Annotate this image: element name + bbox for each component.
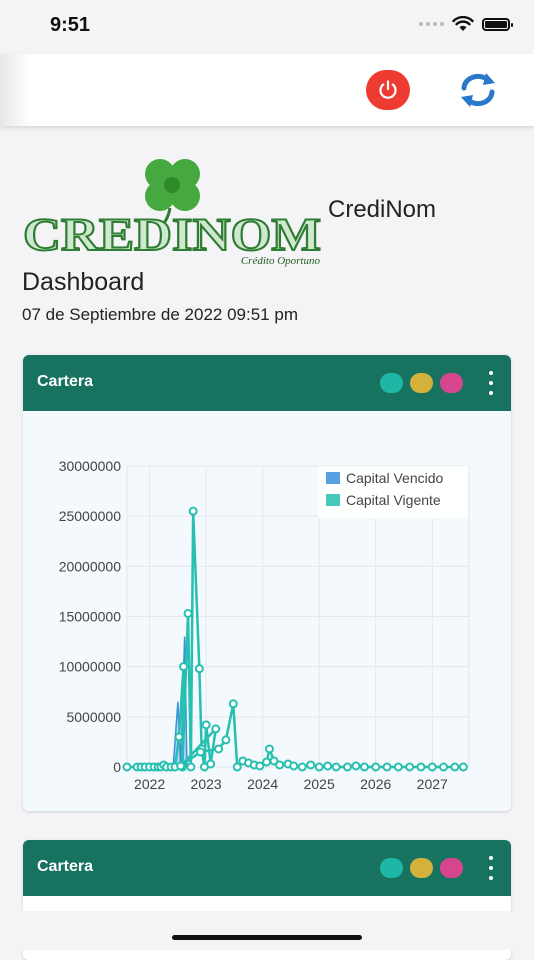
data-point	[211, 724, 221, 734]
data-point	[416, 762, 426, 772]
data-point	[314, 762, 324, 772]
data-point	[405, 762, 415, 772]
color-teal-button[interactable]	[380, 858, 403, 878]
card-title: Cartera	[37, 373, 94, 390]
data-point	[179, 662, 189, 672]
card-header: Cartera	[23, 355, 511, 411]
wifi-icon	[452, 16, 474, 31]
app-name: CrediNom	[328, 196, 437, 223]
refresh-icon	[461, 73, 495, 107]
card-title-2: Cartera	[37, 858, 94, 875]
data-point	[371, 762, 381, 772]
x-tick-label: 2027	[417, 776, 448, 792]
color-gold-button[interactable]	[410, 858, 433, 878]
y-tick-label: 25000000	[59, 508, 122, 524]
more-options-icon[interactable]	[481, 856, 501, 880]
color-teal-button[interactable]	[380, 373, 403, 393]
data-point	[331, 762, 341, 772]
data-point	[289, 761, 299, 771]
data-point	[306, 760, 316, 770]
y-tick-label: 15000000	[59, 609, 122, 625]
data-point	[439, 762, 449, 772]
top-toolbar	[0, 54, 534, 126]
x-tick-label: 2026	[360, 776, 391, 792]
color-pink-button[interactable]	[440, 373, 463, 393]
y-tick-label: 10000000	[59, 659, 122, 675]
data-point	[194, 664, 204, 674]
status-time: 9:51	[50, 14, 91, 36]
data-point	[427, 762, 437, 772]
data-point	[186, 762, 196, 772]
line-chart: 0 5000000 10000000 15000000 20000000 25000000…	[59, 458, 470, 792]
data-point	[458, 762, 468, 772]
data-point	[323, 761, 333, 771]
date-stamp: 07 de Septiembre de 2022 09:51 pm	[22, 305, 298, 324]
data-point	[228, 699, 238, 709]
card-header-2: Cartera	[23, 840, 511, 896]
data-point	[206, 759, 216, 769]
data-point	[183, 608, 193, 618]
data-point	[264, 744, 274, 754]
data-point	[221, 735, 231, 745]
y-tick-label: 30000000	[59, 458, 122, 474]
data-point	[351, 761, 361, 771]
color-options	[380, 373, 463, 393]
color-gold-button[interactable]	[410, 373, 433, 393]
battery-icon	[482, 17, 513, 31]
data-point	[275, 760, 285, 770]
data-point	[382, 762, 392, 772]
logout-button[interactable]	[366, 70, 410, 110]
drawer-edge[interactable]	[0, 54, 30, 126]
data-point	[122, 762, 132, 772]
logo-tagline: Crédito Oportuno	[241, 255, 321, 267]
data-point	[232, 762, 242, 772]
legend-label: Capital Vencido	[346, 470, 444, 486]
legend-swatch	[326, 472, 340, 484]
y-tick-label: 0	[113, 759, 121, 775]
data-point	[342, 762, 352, 772]
status-icons	[419, 16, 513, 32]
color-pink-button[interactable]	[440, 858, 463, 878]
legend-swatch	[326, 494, 340, 506]
x-tick-label: 2024	[247, 776, 278, 792]
home-indicator[interactable]	[172, 935, 362, 940]
x-tick-label: 2022	[134, 776, 165, 792]
color-options-2	[380, 858, 463, 878]
data-point	[359, 762, 369, 772]
legend-label: Capital Vigente	[346, 492, 441, 508]
data-point	[201, 720, 211, 730]
status-bar: 9:51	[0, 0, 534, 54]
data-point	[188, 506, 198, 516]
data-point	[214, 744, 224, 754]
data-point	[262, 757, 272, 767]
y-tick-label: 5000000	[66, 709, 121, 725]
cellular-signal-icon	[419, 22, 444, 26]
y-tick-label: 20000000	[59, 558, 122, 574]
more-options-icon[interactable]	[481, 371, 501, 395]
data-point	[176, 761, 186, 771]
x-tick-label: 2025	[304, 776, 335, 792]
x-tick-label: 2023	[191, 776, 222, 792]
data-point	[450, 762, 460, 772]
page-title: Dashboard	[22, 268, 145, 296]
cartera-card: Cartera 0 5000000 10000000 15000000 20000000…	[23, 355, 511, 811]
data-point	[174, 732, 184, 742]
data-point	[255, 761, 265, 771]
bottom-area	[0, 911, 534, 950]
logo-wordmark: CREDINOM	[23, 209, 321, 261]
cartera-chart: 0 5000000 10000000 15000000 20000000 25000000…	[23, 411, 511, 811]
data-point	[195, 747, 205, 757]
credinom-logo: CREDINOM Crédito Oportuno	[20, 150, 324, 268]
refresh-button[interactable]	[456, 68, 500, 112]
data-point	[393, 762, 403, 772]
power-icon	[379, 80, 397, 99]
data-point	[297, 762, 307, 772]
